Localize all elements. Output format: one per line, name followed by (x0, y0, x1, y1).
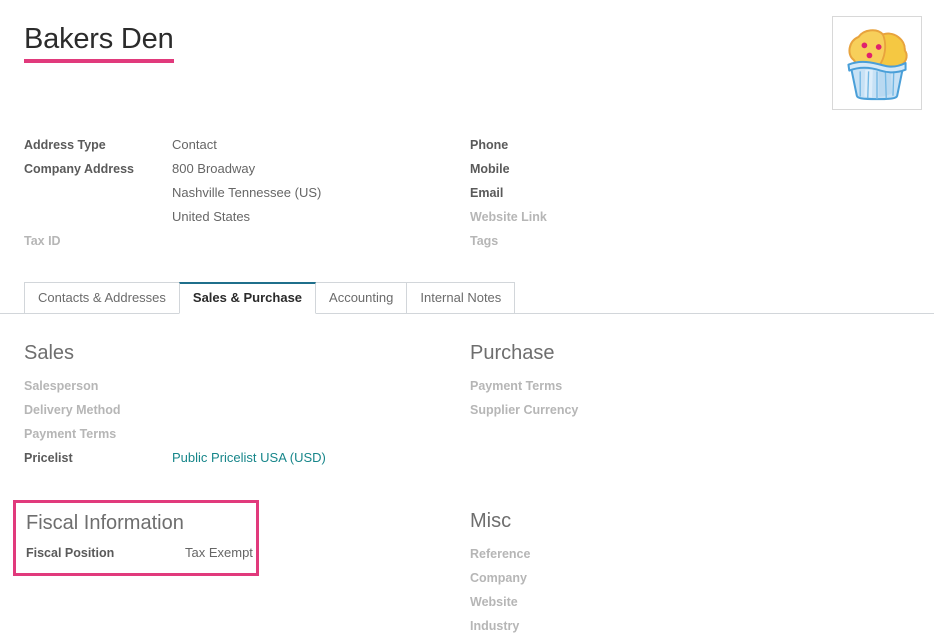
tab-panel-sales-and-purchase: Sales Salesperson Delivery Method Paymen… (0, 340, 934, 638)
field-label: Delivery Method (24, 403, 121, 417)
tab-internal-notes[interactable]: Internal Notes (406, 282, 516, 314)
group-title-fiscal-information: Fiscal Information (26, 512, 184, 534)
field-label: Company (470, 571, 527, 585)
group-purchase: Purchase Payment Terms Supplier Currency (470, 340, 910, 422)
cupcake-icon (847, 29, 908, 101)
field-sales-payment-terms: Payment Terms (24, 422, 470, 446)
field-email: Email (470, 181, 910, 205)
field-value[interactable]: Contact (172, 133, 217, 157)
field-industry: Industry (470, 614, 910, 638)
header-fields: Address Type Contact Company Address 800… (0, 133, 934, 253)
field-tags: Tags (470, 229, 910, 253)
record-header: Bakers Den (0, 0, 934, 63)
group-misc: Misc Reference Company Website Industry (470, 508, 910, 638)
field-label: Payment Terms (24, 427, 117, 441)
field-label: Website Link (470, 210, 547, 224)
tab-accounting[interactable]: Accounting (315, 282, 408, 314)
field-reference: Reference (470, 542, 910, 566)
field-company: Company (470, 566, 910, 590)
field-label: Company Address (24, 162, 134, 176)
field-label: Website (470, 595, 518, 609)
field-label: Payment Terms (470, 379, 563, 393)
field-salesperson: Salesperson (24, 374, 470, 398)
group-title-purchase: Purchase (470, 342, 555, 364)
title-underline (24, 59, 174, 63)
field-mobile: Mobile (470, 157, 910, 181)
field-website-link: Website Link (470, 205, 910, 229)
field-supplier-currency: Supplier Currency (470, 398, 910, 422)
field-address-city-state[interactable]: Nashville Tennessee (US) (172, 181, 470, 205)
tab-contacts-and-addresses[interactable]: Contacts & Addresses (24, 282, 180, 314)
field-label: Reference (470, 547, 531, 561)
field-value[interactable]: 800 Broadway (172, 157, 255, 181)
field-purchase-payment-terms: Payment Terms (470, 374, 910, 398)
notebook-tabs: Contacts & Addresses Sales & Purchase Ac… (0, 282, 934, 314)
field-label: Mobile (470, 162, 510, 176)
field-pricelist: Pricelist Public Pricelist USA (USD) (24, 446, 470, 470)
group-title-misc: Misc (470, 510, 512, 532)
avatar[interactable] (832, 16, 922, 110)
tab-list: Contacts & Addresses Sales & Purchase Ac… (24, 282, 516, 314)
field-value-pricelist-link[interactable]: Public Pricelist USA (USD) (172, 446, 326, 470)
field-tax-id: Tax ID (24, 229, 470, 253)
field-address-type: Address Type Contact (24, 133, 470, 157)
field-label: Tax ID (24, 234, 61, 248)
field-label: Fiscal Position (26, 546, 115, 560)
field-label: Industry (470, 619, 520, 633)
header-fields-left-column: Address Type Contact Company Address 800… (24, 133, 470, 253)
field-label: Address Type (24, 138, 106, 152)
field-fiscal-position: Fiscal Position Tax Exempt (26, 541, 253, 565)
tab-sales-and-purchase[interactable]: Sales & Purchase (178, 282, 317, 314)
record-title-wrap: Bakers Den (24, 22, 174, 63)
field-label: Phone (470, 138, 509, 152)
header-fields-right-column: Phone Mobile Email Website Link Tags (470, 133, 910, 253)
group-sales: Sales Salesperson Delivery Method Paymen… (24, 340, 470, 470)
field-company-address: Company Address 800 Broadway (24, 157, 470, 181)
field-label: Tags (470, 234, 499, 248)
field-phone: Phone (470, 133, 910, 157)
field-label: Pricelist (24, 451, 73, 465)
field-label: Email (470, 186, 504, 200)
group-title-sales: Sales (24, 342, 75, 364)
field-label: Supplier Currency (470, 403, 579, 417)
field-delivery-method: Delivery Method (24, 398, 470, 422)
field-website: Website (470, 590, 910, 614)
field-label: Salesperson (24, 379, 99, 393)
group-row-top: Sales Salesperson Delivery Method Paymen… (24, 340, 910, 470)
group-row-bottom: Fiscal Information Fiscal Position Tax E… (13, 500, 910, 638)
field-value[interactable]: Tax Exempt (185, 541, 253, 565)
page-title[interactable]: Bakers Den (24, 22, 174, 58)
group-fiscal-information-wrapper: Fiscal Information Fiscal Position Tax E… (13, 500, 470, 576)
group-fiscal-information: Fiscal Information Fiscal Position Tax E… (13, 500, 259, 576)
field-address-country[interactable]: United States (172, 205, 470, 229)
